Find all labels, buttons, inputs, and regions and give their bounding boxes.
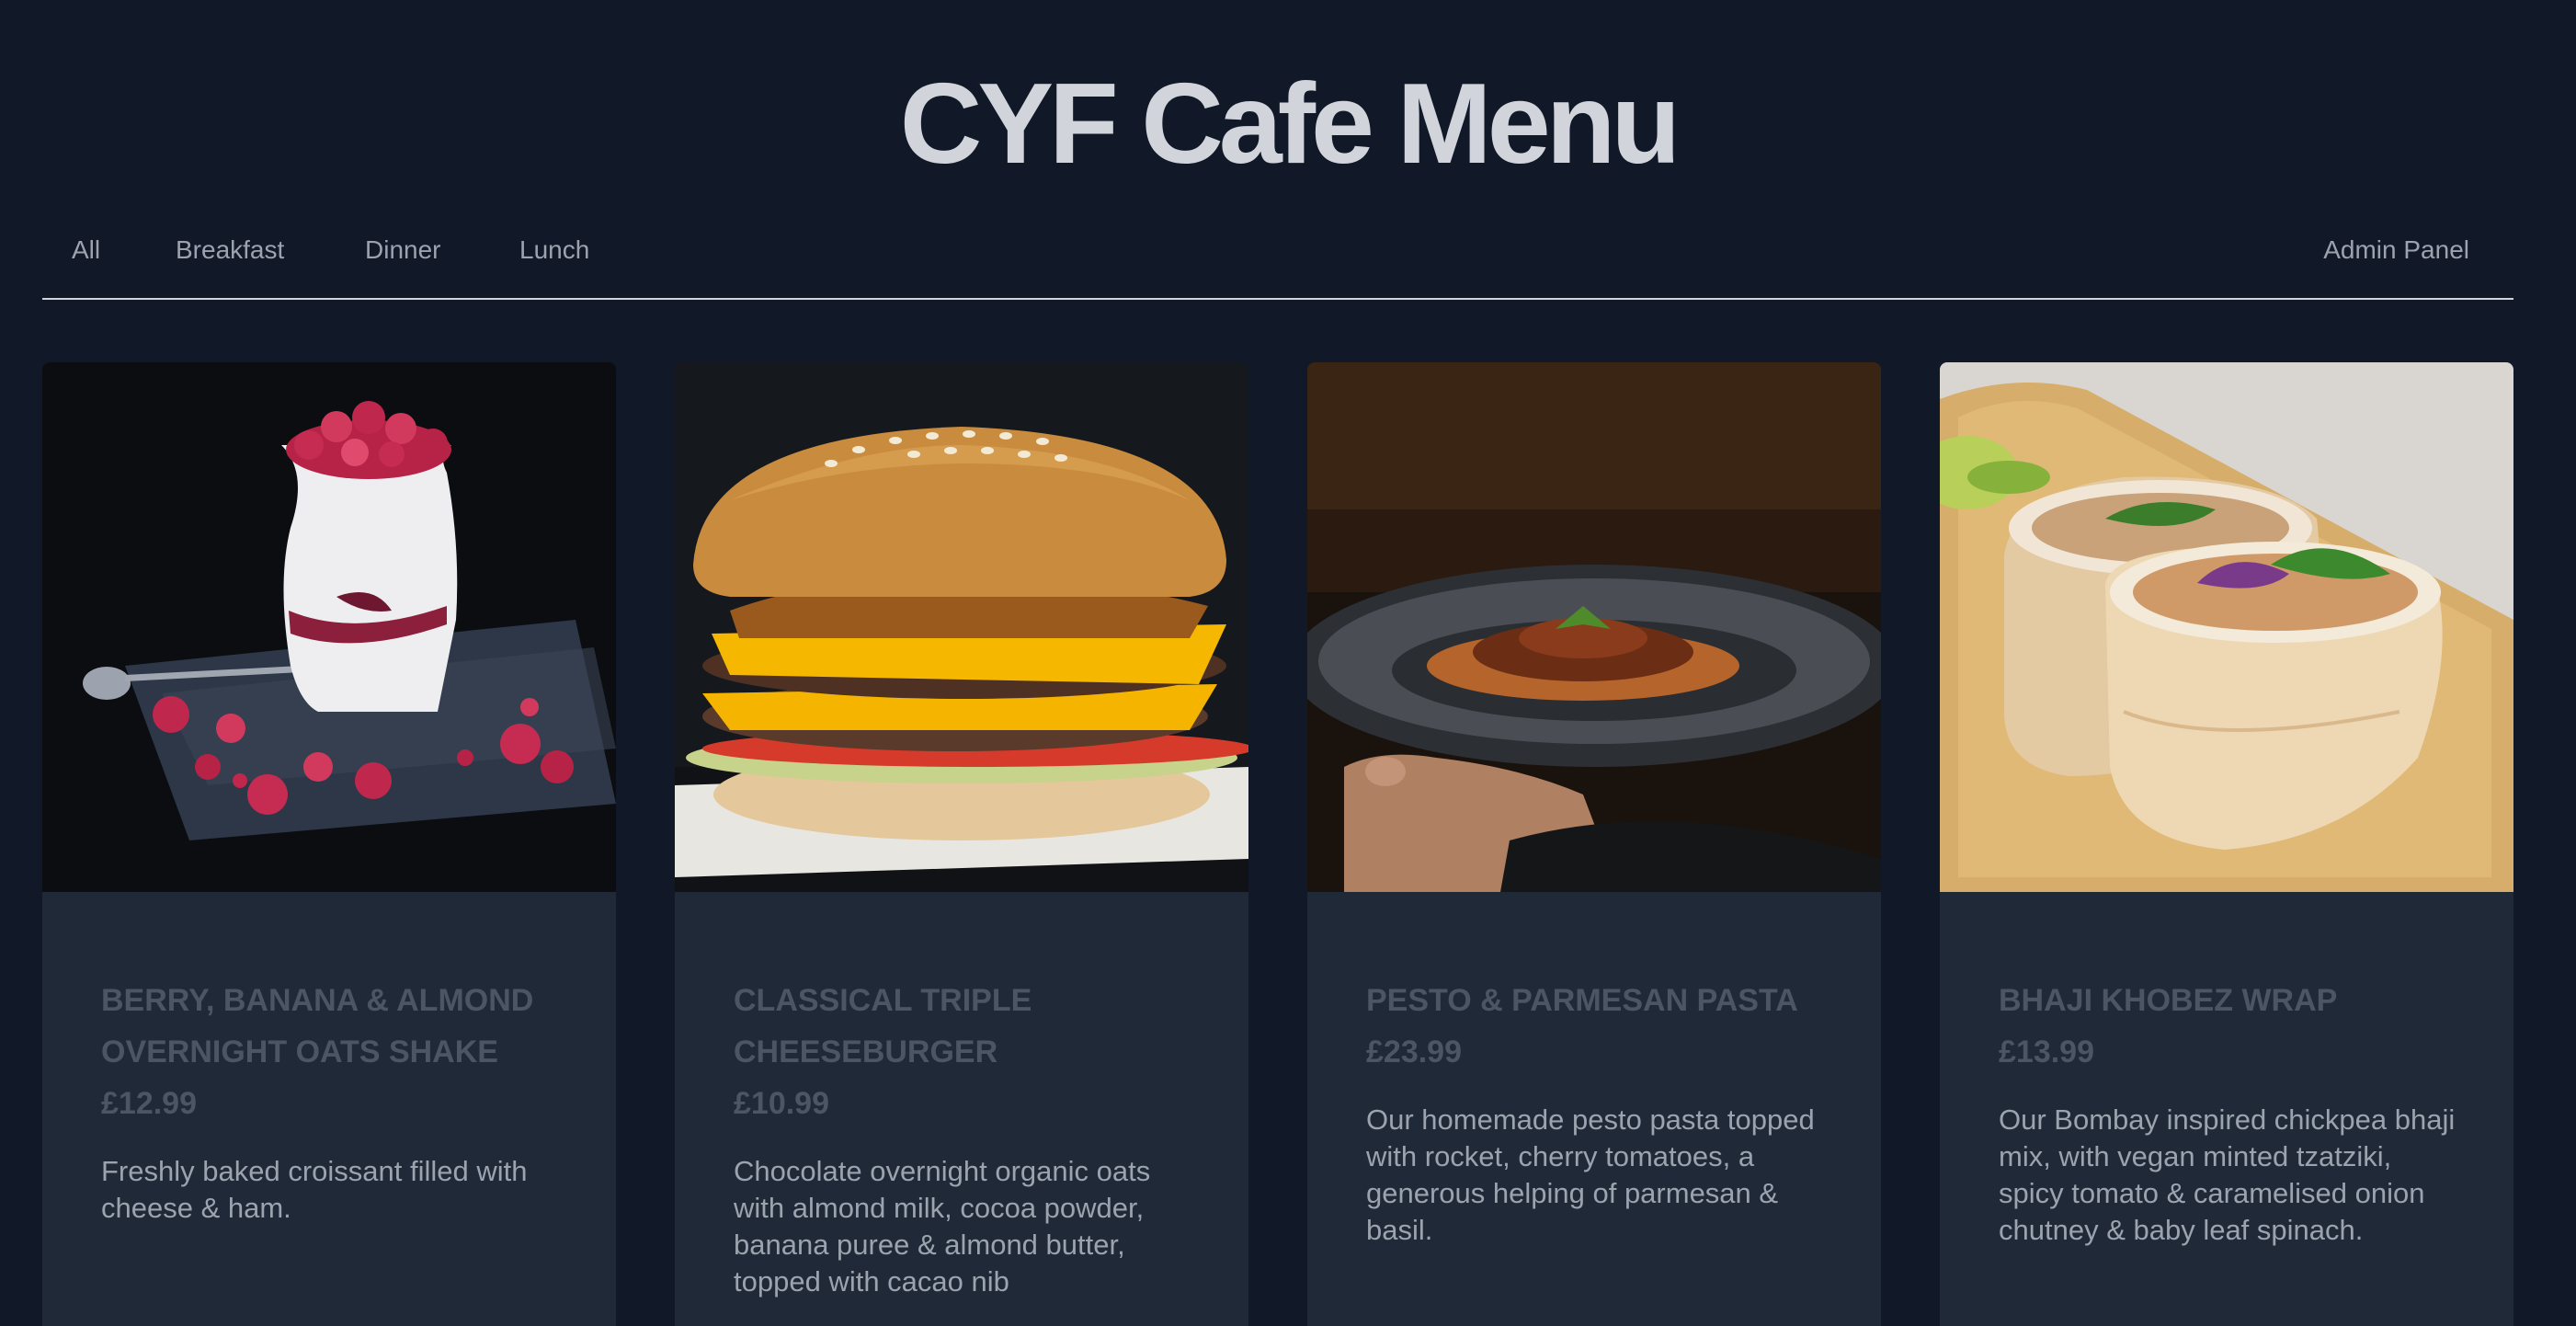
menu-item-description: Our Bombay inspired chickpea bhaji mix, … xyxy=(1999,1103,2456,1246)
nav-link-lunch[interactable]: Lunch xyxy=(519,234,589,267)
page-title: CYF Cafe Menu xyxy=(899,61,1681,188)
menu-card-body: PESTO & PARMESAN PASTA £23.99 Our homema… xyxy=(1366,975,1826,1249)
menu-card-pesto-pasta: PESTO & PARMESAN PASTA £23.99 Our homema… xyxy=(1307,362,1881,1326)
menu-card-body: CLASSICAL TRIPLE CHEESEBURGER £10.99 Cho… xyxy=(734,975,1193,1300)
menu-item-price: £23.99 xyxy=(1366,1035,1462,1069)
menu-card-cheeseburger: CLASSICAL TRIPLE CHEESEBURGER £10.99 Cho… xyxy=(675,362,1248,1326)
menu-item-name: BHAJI KHOBEZ WRAP xyxy=(1999,983,2338,1018)
menu-card-bhaji-wrap: BHAJI KHOBEZ WRAP £13.99 Our Bombay insp… xyxy=(1940,362,2513,1326)
pasta-image xyxy=(1307,362,1881,892)
wrap-image xyxy=(1940,362,2513,892)
menu-item-description: Freshly baked croissant filled with chee… xyxy=(101,1155,528,1224)
menu-item-description: Chocolate overnight organic oats with al… xyxy=(734,1155,1151,1297)
menu-item-name: BERRY, BANANA & ALMOND OVERNIGHT OATS SH… xyxy=(101,983,534,1069)
cheeseburger-image xyxy=(675,362,1248,892)
menu-card-berry-shake: BERRY, BANANA & ALMOND OVERNIGHT OATS SH… xyxy=(42,362,616,1326)
menu-item-description: Our homemade pesto pasta topped with roc… xyxy=(1366,1103,1815,1246)
menu-item-price: £10.99 xyxy=(734,1086,829,1121)
menu-item-name: PESTO & PARMESAN PASTA xyxy=(1366,983,1798,1018)
menu-item-price: £12.99 xyxy=(101,1086,197,1121)
nav-link-breakfast[interactable]: Breakfast xyxy=(176,234,284,267)
admin-panel-link[interactable]: Admin Panel xyxy=(2323,234,2469,267)
menu-item-price: £13.99 xyxy=(1999,1035,2094,1069)
menu-item-name: CLASSICAL TRIPLE CHEESEBURGER xyxy=(734,983,1032,1069)
menu-card-body: BHAJI KHOBEZ WRAP £13.99 Our Bombay insp… xyxy=(1999,975,2458,1249)
nav-link-all[interactable]: All xyxy=(72,234,100,267)
nav-link-dinner[interactable]: Dinner xyxy=(365,234,440,267)
milkshake-image xyxy=(42,362,616,892)
category-nav: All Breakfast Dinner Lunch Admin Panel xyxy=(42,226,2513,300)
cafe-menu-page: CYF Cafe Menu All Breakfast Dinner Lunch… xyxy=(0,0,2576,1326)
menu-card-body: BERRY, BANANA & ALMOND OVERNIGHT OATS SH… xyxy=(101,975,561,1227)
